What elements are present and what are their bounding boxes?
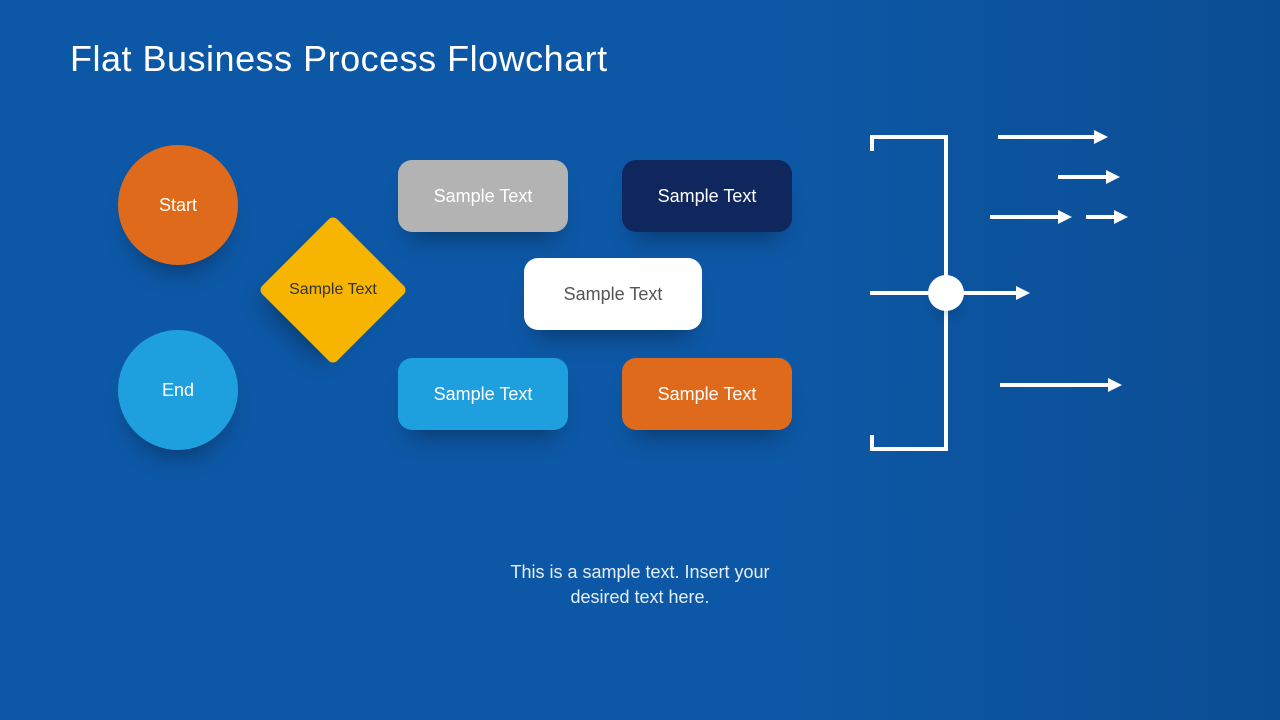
arrowhead-hub-right — [1016, 286, 1030, 300]
process-box-navy: Sample Text — [622, 160, 792, 232]
process-box-navy-label: Sample Text — [658, 186, 757, 207]
connector-bottom-left-v — [870, 435, 874, 451]
connector-mid-2 — [1086, 215, 1116, 219]
end-terminator: End — [118, 330, 238, 450]
connector-bottom-left-h — [870, 447, 948, 451]
connector-hub-left — [870, 291, 930, 295]
connector-top-left-h — [870, 135, 948, 139]
arrowhead-short-1 — [1106, 170, 1120, 184]
arrowhead-mid-1 — [1058, 210, 1072, 224]
process-box-blue-label: Sample Text — [434, 384, 533, 405]
end-label: End — [162, 380, 194, 401]
caption-line-1: This is a sample text. Insert your — [510, 562, 769, 582]
start-terminator: Start — [118, 145, 238, 265]
connector-top-right-h — [998, 135, 1096, 139]
process-box-orange-label: Sample Text — [658, 384, 757, 405]
slide-title: Flat Business Process Flowchart — [70, 38, 608, 80]
process-box-gray: Sample Text — [398, 160, 568, 232]
connector-low-right — [1000, 383, 1110, 387]
connector-hub-right — [962, 291, 1018, 295]
arrowhead-mid-2 — [1114, 210, 1128, 224]
connector-mid-1 — [990, 215, 1060, 219]
arrowhead-top-right — [1094, 130, 1108, 144]
connector-hub — [928, 275, 964, 311]
decision-label: Sample Text — [258, 215, 408, 365]
connector-top-right-join — [998, 135, 1002, 139]
slide: Flat Business Process Flowchart Start En… — [0, 0, 1280, 720]
connector-cluster — [850, 135, 1230, 495]
start-label: Start — [159, 195, 197, 216]
process-box-white: Sample Text — [524, 258, 702, 330]
slide-caption: This is a sample text. Insert your desir… — [0, 560, 1280, 610]
connector-short-1 — [1058, 175, 1108, 179]
decision-shape: Sample Text — [258, 215, 408, 365]
process-box-blue: Sample Text — [398, 358, 568, 430]
connector-top-left-v — [870, 135, 874, 151]
process-box-gray-label: Sample Text — [434, 186, 533, 207]
arrowhead-low-right — [1108, 378, 1122, 392]
process-box-orange: Sample Text — [622, 358, 792, 430]
process-box-white-label: Sample Text — [564, 284, 663, 305]
caption-line-2: desired text here. — [570, 587, 709, 607]
